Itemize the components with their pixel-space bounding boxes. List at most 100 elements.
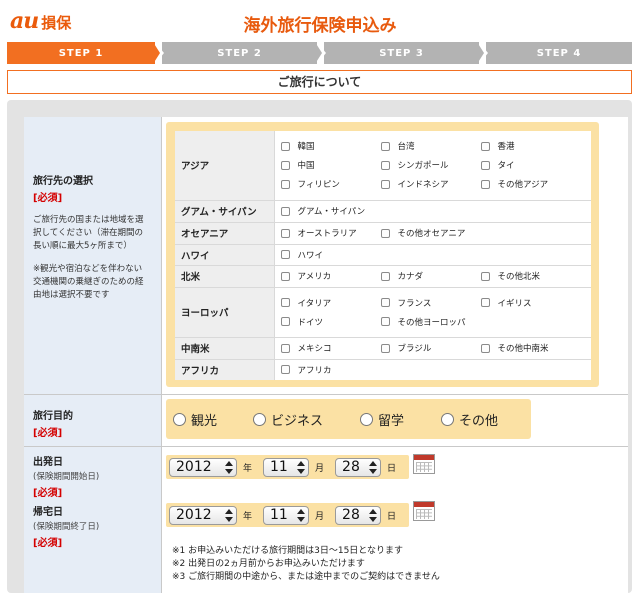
destination-note: ※観光や宿泊などを伴わない交通機関の乗継ぎのための経由地は選択不要です bbox=[33, 264, 144, 300]
page-title: 海外旅行保険申込み bbox=[243, 16, 397, 36]
checkbox-singapore[interactable]: シンガポール bbox=[380, 159, 481, 171]
checkbox-guam-saipan[interactable]: グアム・サイパン bbox=[280, 205, 381, 217]
checkbox-box[interactable] bbox=[280, 250, 290, 259]
spinner-icon bbox=[297, 460, 306, 475]
checkbox-box[interactable] bbox=[280, 228, 290, 238]
checkbox-hongkong[interactable]: 香港 bbox=[480, 140, 591, 152]
departure-day-select[interactable]: 28 bbox=[335, 457, 382, 477]
step-2-arrow bbox=[315, 42, 322, 64]
checkbox-box[interactable] bbox=[280, 343, 290, 353]
departure-year-select[interactable]: 2012 bbox=[169, 457, 237, 477]
checkbox-france[interactable]: フランス bbox=[380, 297, 481, 309]
radio-study-abroad[interactable]: 留学 bbox=[360, 410, 404, 429]
note-line: ※3 ご旅行期間の中途から、または途中までのご契約はできません bbox=[172, 572, 440, 582]
day-unit: 日 bbox=[387, 511, 397, 522]
checkbox-italy[interactable]: イタリア bbox=[280, 297, 381, 309]
checkbox-africa[interactable]: アフリカ bbox=[280, 364, 381, 376]
checkbox-box[interactable] bbox=[480, 179, 490, 189]
radio-button[interactable] bbox=[360, 412, 374, 426]
year-unit: 年 bbox=[243, 511, 253, 522]
checkbox-hawaii[interactable]: ハワイ bbox=[280, 249, 381, 261]
spinner-icon bbox=[369, 508, 378, 523]
departure-label-block: 出発日 (保険期間開始日) [必須] bbox=[33, 453, 99, 499]
checkbox-usa[interactable]: アメリカ bbox=[280, 270, 381, 282]
checkbox-box[interactable] bbox=[280, 317, 290, 326]
checkbox-box[interactable] bbox=[380, 343, 390, 353]
checkbox-korea[interactable]: 韓国 bbox=[280, 140, 381, 152]
region-row-africa: アフリカ アフリカ bbox=[175, 359, 591, 380]
radio-sightseeing[interactable]: 観光 bbox=[173, 410, 217, 429]
checkbox-box[interactable] bbox=[380, 271, 390, 281]
checkbox-box[interactable] bbox=[280, 179, 290, 189]
departure-required: [必須] bbox=[33, 488, 63, 499]
checkbox-other-asia[interactable]: その他アジア bbox=[480, 178, 591, 190]
checkbox-box[interactable] bbox=[480, 141, 490, 151]
region-label: グアム・サイパン bbox=[175, 200, 275, 223]
region-row-latin-america: 中南米 メキシコ ブラジル その他中南米 bbox=[175, 337, 591, 360]
checkbox-box[interactable] bbox=[280, 298, 290, 307]
checkbox-australia[interactable]: オーストラリア bbox=[280, 227, 381, 239]
checkbox-box[interactable] bbox=[280, 206, 290, 216]
note-line: ※2 出発日の2ヵ月前からお申込みいただけます bbox=[172, 559, 365, 569]
spinner-icon bbox=[297, 508, 306, 523]
checkbox-other-latin-america[interactable]: その他中南米 bbox=[480, 342, 591, 354]
checkbox-other-oceania[interactable]: その他オセアニア bbox=[380, 227, 481, 239]
checkbox-box[interactable] bbox=[380, 228, 390, 238]
return-month-select[interactable]: 11 bbox=[263, 505, 310, 525]
radio-button[interactable] bbox=[441, 412, 455, 426]
checkbox-box[interactable] bbox=[280, 160, 290, 170]
checkbox-box[interactable] bbox=[480, 271, 490, 281]
checkbox-box[interactable] bbox=[280, 365, 290, 375]
region-row-asia: アジア 韓国 台湾 香港 中国 シンガポール タイ フィリピン インドネシア そ… bbox=[175, 131, 591, 201]
month-unit: 月 bbox=[315, 511, 325, 522]
checkbox-uk[interactable]: イギリス bbox=[480, 297, 591, 309]
destination-label-block: 旅行先の選択 [必須] ご旅行先の国または地域を選択してください（滞在期間の長い… bbox=[33, 172, 148, 302]
destination-title: 旅行先の選択 bbox=[33, 176, 93, 187]
checkbox-box[interactable] bbox=[380, 317, 390, 326]
region-row-north-america: 北米 アメリカ カナダ その他北米 bbox=[175, 265, 591, 288]
departure-sub: (保険期間開始日) bbox=[33, 472, 100, 482]
checkbox-indonesia[interactable]: インドネシア bbox=[380, 178, 481, 190]
checkbox-box[interactable] bbox=[380, 141, 390, 151]
checkbox-china[interactable]: 中国 bbox=[280, 159, 381, 171]
step-4: STEP 4 bbox=[486, 42, 632, 64]
radio-button[interactable] bbox=[253, 412, 267, 426]
step-1-arrow bbox=[153, 42, 160, 64]
return-label-block: 帰宅日 (保険期間終了日) [必須] bbox=[33, 503, 99, 549]
purpose-title: 旅行目的 bbox=[33, 411, 73, 422]
return-year-select[interactable]: 2012 bbox=[169, 505, 237, 525]
radio-other[interactable]: その他 bbox=[441, 410, 498, 429]
calendar-icon[interactable] bbox=[413, 454, 435, 474]
spinner-icon bbox=[225, 508, 233, 523]
checkbox-box[interactable] bbox=[480, 343, 490, 353]
checkbox-brazil[interactable]: ブラジル bbox=[380, 342, 481, 354]
departure-month-select[interactable]: 11 bbox=[263, 457, 310, 477]
checkbox-box[interactable] bbox=[380, 160, 390, 170]
checkbox-box[interactable] bbox=[280, 271, 290, 281]
region-label: アフリカ bbox=[175, 359, 275, 380]
region-row-hawaii: ハワイ ハワイ bbox=[175, 244, 591, 266]
checkbox-other-north-america[interactable]: その他北米 bbox=[480, 270, 591, 282]
checkbox-box[interactable] bbox=[380, 298, 390, 307]
checkbox-other-europe[interactable]: その他ヨーロッパ bbox=[380, 316, 481, 328]
calendar-icon[interactable] bbox=[413, 501, 435, 521]
checkbox-taiwan[interactable]: 台湾 bbox=[380, 140, 481, 152]
purpose-radio-group: 観光 ビジネス 留学 その他 bbox=[166, 399, 531, 439]
step-2: STEP 2 bbox=[162, 42, 317, 64]
departure-title: 出発日 bbox=[33, 457, 63, 468]
radio-button[interactable] bbox=[173, 412, 186, 426]
checkbox-box[interactable] bbox=[280, 141, 290, 151]
checkbox-box[interactable] bbox=[480, 298, 490, 307]
destination-required: [必須] bbox=[33, 193, 63, 204]
checkbox-philippines[interactable]: フィリピン bbox=[280, 178, 381, 190]
checkbox-germany[interactable]: ドイツ bbox=[280, 316, 381, 328]
return-day-select[interactable]: 28 bbox=[335, 505, 382, 525]
radio-business[interactable]: ビジネス bbox=[253, 410, 323, 429]
checkbox-canada[interactable]: カナダ bbox=[380, 270, 481, 282]
checkbox-mexico[interactable]: メキシコ bbox=[280, 342, 381, 354]
return-sub: (保険期間終了日) bbox=[33, 522, 100, 532]
checkbox-thailand[interactable]: タイ bbox=[480, 159, 591, 171]
month-unit: 月 bbox=[315, 463, 325, 474]
checkbox-box[interactable] bbox=[480, 160, 490, 170]
checkbox-box[interactable] bbox=[380, 179, 390, 189]
